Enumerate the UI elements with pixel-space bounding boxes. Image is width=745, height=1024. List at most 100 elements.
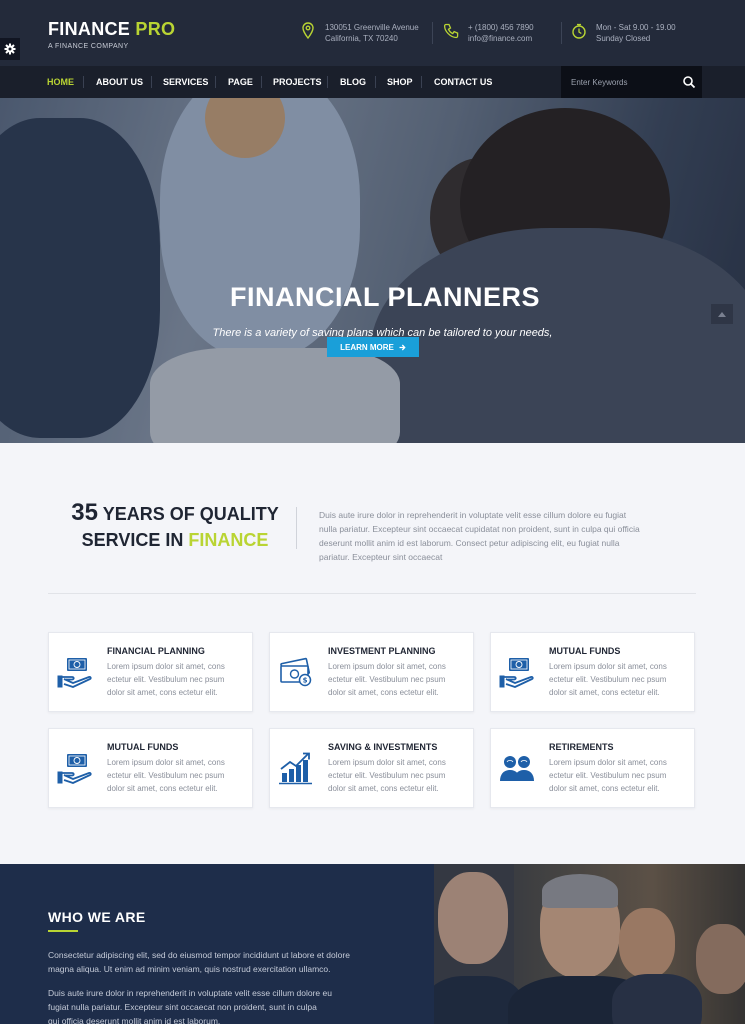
description-line: dolor sit amet, cons ectetur elit. (549, 784, 660, 793)
contact-info: + (1800) 456 7890 info@finance.com (443, 22, 534, 44)
description-line: dolor sit amet, cons ectetur elit. (328, 688, 439, 697)
info-divider (432, 22, 433, 44)
service-title[interactable]: SAVING & INVESTMENTS (328, 742, 437, 752)
service-card-saving-investments[interactable]: SAVING & INVESTMENTS Lorem ipsum dolor s… (269, 728, 474, 808)
description-line: ectetur elit. Vestibulum nec psum (107, 771, 225, 780)
nav-item-projects[interactable]: PROJECTS (273, 66, 322, 98)
description-line: Lorem ipsum dolor sit amet, cons (328, 662, 446, 671)
description-line: dolor sit amet, cons ectetur elit. (107, 688, 218, 697)
service-description: Lorem ipsum dolor sit amet, cons ectetur… (107, 756, 247, 795)
description-line: ectetur elit. Vestibulum nec psum (328, 675, 446, 684)
nav-item-blog[interactable]: BLOG (340, 66, 366, 98)
money-hand-icon (57, 658, 92, 688)
paragraph-line: magna aliqua. Ut enim ad minim veniam, q… (48, 964, 331, 974)
nav-item-contact-us[interactable]: CONTACT US (434, 66, 492, 98)
service-description: Lorem ipsum dolor sit amet, cons ectetur… (328, 660, 468, 699)
nav-item-about-us[interactable]: ABOUT US (96, 66, 143, 98)
nav-item-services[interactable]: SERVICES (163, 66, 208, 98)
hero-title: FINANCIAL PLANNERS (229, 282, 540, 312)
hero-overlay (0, 98, 745, 443)
intro-text-line: pariatur. Excepteur sint occaecat (319, 552, 443, 562)
info-divider (561, 22, 562, 44)
scroll-top-button[interactable] (711, 304, 733, 324)
money-bills-icon: $ (280, 657, 312, 687)
description-line: Lorem ipsum dolor sit amet, cons (549, 758, 667, 767)
service-card-mutual-funds[interactable]: MUTUAL FUNDS Lorem ipsum dolor sit amet,… (490, 632, 695, 712)
intro-heading: 35 YEARS OF QUALITY SERVICE IN FINANCE (60, 500, 290, 553)
photo-overlay (434, 864, 745, 1024)
description-line: ectetur elit. Vestibulum nec psum (107, 675, 225, 684)
service-description: Lorem ipsum dolor sit amet, cons ectetur… (549, 756, 689, 795)
intro-text-line: deserunt mollit anim id est laborum. Con… (319, 538, 620, 548)
who-paragraph-2: Duis aute irure dolor in reprehenderit i… (48, 986, 398, 1024)
nav-divider (151, 76, 152, 88)
service-description: Lorem ipsum dolor sit amet, cons ectetur… (107, 660, 247, 699)
settings-toggle[interactable] (0, 38, 20, 60)
nav-divider (261, 76, 262, 88)
service-card-mutual-funds[interactable]: MUTUAL FUNDS Lorem ipsum dolor sit amet,… (48, 728, 253, 808)
team-photo (434, 864, 745, 1024)
service-title[interactable]: INVESTMENT PLANNING (328, 646, 436, 656)
service-description: Lorem ipsum dolor sit amet, cons ectetur… (549, 660, 689, 699)
email-address[interactable]: info@finance.com (468, 33, 534, 44)
learn-more-label: LEARN MORE (340, 342, 394, 352)
top-header: FINANCE PRO A FINANCE COMPANY 130051 Gre… (0, 0, 745, 66)
address-line-2: California, TX 70240 (325, 34, 398, 43)
phone-number[interactable]: + (1800) 456 7890 (468, 22, 534, 33)
who-paragraph-1: Consectetur adipiscing elit, sed do eius… (48, 948, 398, 976)
service-card-retirements[interactable]: RETIREMENTS Lorem ipsum dolor sit amet, … (490, 728, 695, 808)
arrow-right-icon (399, 344, 406, 350)
description-line: Lorem ipsum dolor sit amet, cons (328, 758, 446, 767)
search-icon[interactable] (682, 75, 696, 89)
service-title[interactable]: MUTUAL FUNDS (549, 646, 620, 656)
clock-icon (572, 23, 586, 39)
address-info: 130051 Greenville Avenue California, TX … (300, 22, 419, 44)
svg-text:$: $ (303, 677, 308, 685)
hours-line-2: Sunday Closed (596, 34, 651, 43)
description-line: dolor sit amet, cons ectetur elit. (549, 688, 660, 697)
service-title[interactable]: MUTUAL FUNDS (107, 742, 178, 752)
nav-divider (421, 76, 422, 88)
nav-divider (375, 76, 376, 88)
nav-divider (215, 76, 216, 88)
money-hand-icon (499, 658, 534, 688)
service-title[interactable]: RETIREMENTS (549, 742, 614, 752)
description-line: dolor sit amet, cons ectetur elit. (328, 784, 439, 793)
paragraph-line: Consectetur adipiscing elit, sed do eius… (48, 950, 350, 960)
nav-item-home[interactable]: HOME (47, 66, 74, 98)
description-line: Lorem ipsum dolor sit amet, cons (107, 758, 225, 767)
service-title[interactable]: FINANCIAL PLANNING (107, 646, 205, 656)
paragraph-line: Duis aute irure dolor in reprehenderit i… (48, 988, 332, 998)
logo[interactable]: FINANCE PRO A FINANCE COMPANY (48, 19, 175, 50)
location-pin-icon (302, 22, 314, 40)
heading-part-2: SERVICE IN (81, 530, 184, 550)
nav-item-page[interactable]: PAGE (228, 66, 253, 98)
logo-tagline: A FINANCE COMPANY (48, 43, 129, 50)
paragraph-line: fugiat nulla pariatur. Excepteur sint oc… (48, 1002, 317, 1012)
address-line-1: 130051 Greenville Avenue (325, 23, 419, 32)
description-line: ectetur elit. Vestibulum nec psum (549, 771, 667, 780)
intro-divider (296, 507, 297, 549)
title-underline (48, 930, 78, 932)
hero-banner: FINANCIAL PLANNERS There is a variety of… (0, 98, 745, 443)
heading-accent: FINANCE (188, 530, 269, 550)
section-divider (48, 593, 696, 594)
years-count: 35 (71, 499, 98, 526)
service-card-financial-planning[interactable]: FINANCIAL PLANNING Lorem ipsum dolor sit… (48, 632, 253, 712)
description-line: ectetur elit. Vestibulum nec psum (328, 771, 446, 780)
chevron-up-icon (718, 311, 726, 317)
service-card-investment-planning[interactable]: $ INVESTMENT PLANNING Lorem ipsum dolor … (269, 632, 474, 712)
paragraph-line: qui officia deserunt mollit anim id est … (48, 1016, 221, 1024)
description-line: ectetur elit. Vestibulum nec psum (549, 675, 667, 684)
intro-text: Duis aute irure dolor in reprehenderit i… (319, 508, 689, 564)
learn-more-button[interactable]: LEARN MORE (327, 337, 419, 357)
search-input[interactable] (561, 66, 679, 98)
who-we-are-section: WHO WE ARE Consectetur adipiscing elit, … (0, 864, 745, 1024)
heading-part-1: YEARS OF QUALITY (102, 504, 279, 524)
hours-line-1: Mon - Sat 9.00 - 19.00 (596, 23, 676, 32)
logo-text: FINANCE PRO (48, 19, 176, 39)
description-line: dolor sit amet, cons ectetur elit. (107, 784, 218, 793)
nav-item-shop[interactable]: SHOP (387, 66, 413, 98)
phone-icon (443, 23, 459, 39)
growth-chart-icon (279, 752, 312, 785)
